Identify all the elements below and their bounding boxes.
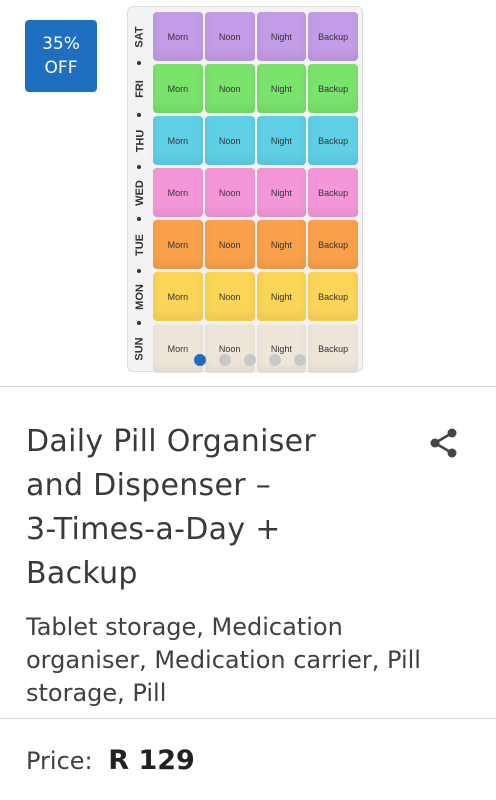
compartment-label: Noon: [204, 12, 255, 61]
product-title-line: Backup: [26, 556, 138, 591]
compartment-row: Morn Noon Night Backup: [153, 12, 358, 61]
carousel-dot[interactable]: [294, 354, 306, 366]
compartment-label: Morn: [153, 168, 203, 217]
compartment-label: Noon: [204, 168, 255, 217]
carousel-dot[interactable]: [244, 354, 256, 366]
day-label-text: SUN: [133, 337, 146, 361]
day-label: MON: [128, 271, 152, 323]
price-value: R 129: [108, 745, 195, 776]
product-image-gallery[interactable]: 35% OFF SAT FRI THU WED TUE MON SUN Morn Noon Ni…: [0, 0, 496, 385]
compartment-label: Backup: [308, 116, 358, 165]
day-label-text: MON: [134, 284, 147, 310]
compartment-label: Noon: [204, 116, 255, 165]
compartment-label: Backup: [308, 324, 358, 373]
compartment-row: Morn Noon Night Backup: [153, 116, 358, 165]
compartment-label: Noon: [204, 220, 255, 269]
carousel-dot[interactable]: [194, 354, 206, 366]
product-title-line: 3-Times-a-Day +: [26, 512, 281, 547]
compartment-label: Night: [256, 64, 307, 113]
compartment-label: Morn: [153, 116, 203, 165]
day-label-text: THU: [133, 129, 146, 153]
day-label: THU: [128, 115, 152, 167]
day-label-text: FRI: [133, 80, 146, 98]
price-divider: [0, 718, 496, 719]
day-label: SAT: [128, 11, 152, 63]
compartment-row: Morn Noon Night Backup: [153, 168, 358, 217]
carousel-dot[interactable]: [269, 354, 281, 366]
day-label: TUE: [128, 219, 152, 271]
compartment-label: Noon: [204, 272, 255, 321]
day-label: FRI: [128, 63, 152, 115]
compartment-label: Night: [256, 168, 307, 217]
carousel-dot[interactable]: [219, 354, 231, 366]
day-label: SUN: [128, 323, 152, 375]
discount-percent: 35%: [42, 34, 80, 54]
pill-organiser-image: SAT FRI THU WED TUE MON SUN Morn Noon Night Backu…: [127, 6, 363, 373]
price-row: Price: R 129: [26, 745, 195, 776]
product-description: Tablet storage, Medication organiser, Me…: [26, 613, 421, 707]
day-label-text: WED: [134, 180, 147, 206]
compartment-label: Night: [256, 116, 307, 165]
section-divider: [0, 386, 496, 387]
compartment-label: Backup: [308, 272, 358, 321]
compartment-label: Morn: [153, 272, 203, 321]
compartment-label: Morn: [153, 220, 203, 269]
compartment-label: Backup: [308, 64, 358, 113]
compartment-label: Noon: [204, 64, 255, 113]
compartment-label: Morn: [153, 64, 203, 113]
product-title-line: Daily Pill Organiser: [26, 424, 317, 459]
compartment-label: Morn: [153, 12, 203, 61]
compartment-label: Backup: [308, 220, 358, 269]
compartment-label: Night: [256, 220, 307, 269]
compartment-label: Backup: [308, 168, 358, 217]
price-label: Price:: [26, 747, 93, 775]
discount-badge: 35% OFF: [25, 20, 97, 92]
share-icon: [430, 428, 457, 458]
compartment-row: Morn Noon Night Backup: [153, 272, 358, 321]
compartment-row: Morn Noon Night Backup: [153, 220, 358, 269]
product-title-line: and Dispenser –: [26, 468, 272, 503]
compartment-label: Night: [256, 272, 307, 321]
day-label-text: TUE: [134, 234, 146, 256]
carousel-dots[interactable]: [194, 354, 306, 366]
compartment-row: Morn Noon Night Backup: [153, 64, 358, 113]
product-title: Daily Pill Organiser and Dispenser – 3-T…: [26, 420, 406, 596]
share-button[interactable]: [428, 427, 460, 459]
discount-off-label: OFF: [44, 58, 78, 78]
day-label-text: SAT: [134, 26, 146, 48]
compartment-label: Night: [256, 12, 307, 61]
day-labels-column: SAT FRI THU WED TUE MON SUN: [128, 7, 152, 371]
day-label: WED: [128, 167, 152, 219]
compartment-label: Backup: [308, 12, 358, 61]
